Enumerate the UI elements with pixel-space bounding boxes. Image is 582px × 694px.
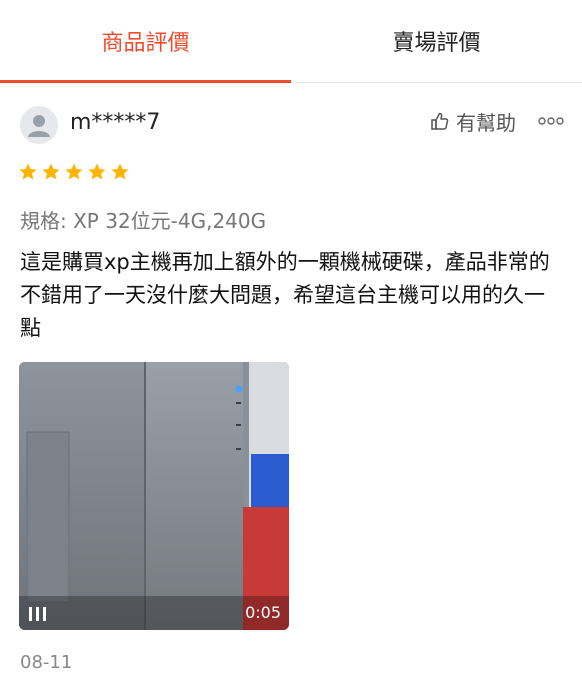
review-tabs: 商品評價 賣場評價 xyxy=(0,0,582,83)
star-icon xyxy=(111,163,129,180)
tab-product-reviews[interactable]: 商品評價 xyxy=(0,0,291,83)
helpful-button[interactable]: 有幫助 xyxy=(430,106,516,136)
active-tab-indicator xyxy=(0,80,291,83)
pause-bars-icon[interactable] xyxy=(27,606,51,622)
user-icon xyxy=(28,115,50,137)
star-icon xyxy=(42,163,60,180)
star-icon xyxy=(19,163,37,180)
tab-shop-reviews-label: 賣場評價 xyxy=(392,31,481,56)
thumbs-up-icon xyxy=(431,112,449,130)
more-options-button[interactable] xyxy=(538,107,564,135)
review-video[interactable]: 0:05 xyxy=(19,362,289,630)
star-icon xyxy=(65,163,83,180)
review-text: 這是購買xp主機再加上額外的一顆機械硬碟，產品非常的不錯用了一天沒什麼大問題，希… xyxy=(20,250,550,340)
reviewer-username: m*****7 xyxy=(70,110,161,135)
video-thumbnail xyxy=(19,362,289,630)
helpful-label: 有幫助 xyxy=(456,110,516,135)
avatar xyxy=(20,106,58,144)
tab-shop-reviews[interactable]: 賣場評價 xyxy=(291,0,582,82)
star-icon xyxy=(88,163,106,180)
star-rating xyxy=(18,162,130,182)
more-dots-icon xyxy=(538,117,564,125)
video-duration: 0:05 xyxy=(245,603,281,622)
product-spec: 規格: XP 32位元-4G,240G xyxy=(20,209,267,233)
tab-product-reviews-label: 商品評價 xyxy=(101,31,190,56)
review-date: 08-11 xyxy=(20,652,73,673)
